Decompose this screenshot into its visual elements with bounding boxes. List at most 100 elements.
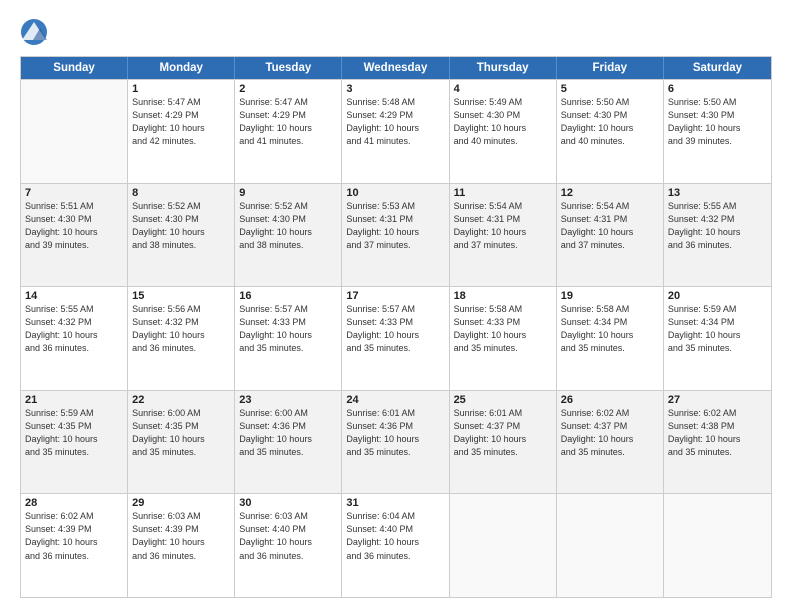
- cell-day-number: 30: [239, 497, 337, 509]
- calendar-cell-25: 25Sunrise: 6:01 AM Sunset: 4:37 PM Dayli…: [450, 391, 557, 494]
- cell-day-number: 10: [346, 187, 444, 199]
- cell-info: Sunrise: 5:52 AM Sunset: 4:30 PM Dayligh…: [239, 200, 337, 252]
- calendar-cell-4: 4Sunrise: 5:49 AM Sunset: 4:30 PM Daylig…: [450, 80, 557, 183]
- cell-info: Sunrise: 5:57 AM Sunset: 4:33 PM Dayligh…: [239, 303, 337, 355]
- cell-day-number: 14: [25, 290, 123, 302]
- cell-day-number: 26: [561, 394, 659, 406]
- calendar-row-2: 14Sunrise: 5:55 AM Sunset: 4:32 PM Dayli…: [21, 286, 771, 390]
- cell-day-number: 7: [25, 187, 123, 199]
- calendar-row-1: 7Sunrise: 5:51 AM Sunset: 4:30 PM Daylig…: [21, 183, 771, 287]
- calendar-body: 1Sunrise: 5:47 AM Sunset: 4:29 PM Daylig…: [21, 79, 771, 597]
- calendar-cell-empty-0-0: [21, 80, 128, 183]
- calendar-cell-16: 16Sunrise: 5:57 AM Sunset: 4:33 PM Dayli…: [235, 287, 342, 390]
- cell-day-number: 8: [132, 187, 230, 199]
- cell-day-number: 29: [132, 497, 230, 509]
- cell-info: Sunrise: 6:03 AM Sunset: 4:40 PM Dayligh…: [239, 510, 337, 562]
- calendar-cell-9: 9Sunrise: 5:52 AM Sunset: 4:30 PM Daylig…: [235, 184, 342, 287]
- cell-info: Sunrise: 5:54 AM Sunset: 4:31 PM Dayligh…: [454, 200, 552, 252]
- calendar-cell-28: 28Sunrise: 6:02 AM Sunset: 4:39 PM Dayli…: [21, 494, 128, 597]
- logo-icon: [20, 18, 48, 46]
- cell-day-number: 18: [454, 290, 552, 302]
- calendar-row-4: 28Sunrise: 6:02 AM Sunset: 4:39 PM Dayli…: [21, 493, 771, 597]
- cell-day-number: 13: [668, 187, 767, 199]
- cell-day-number: 11: [454, 187, 552, 199]
- cell-info: Sunrise: 5:50 AM Sunset: 4:30 PM Dayligh…: [561, 96, 659, 148]
- calendar-cell-13: 13Sunrise: 5:55 AM Sunset: 4:32 PM Dayli…: [664, 184, 771, 287]
- calendar-cell-2: 2Sunrise: 5:47 AM Sunset: 4:29 PM Daylig…: [235, 80, 342, 183]
- cell-day-number: 22: [132, 394, 230, 406]
- cell-info: Sunrise: 6:03 AM Sunset: 4:39 PM Dayligh…: [132, 510, 230, 562]
- cell-info: Sunrise: 6:01 AM Sunset: 4:37 PM Dayligh…: [454, 407, 552, 459]
- cell-info: Sunrise: 5:55 AM Sunset: 4:32 PM Dayligh…: [668, 200, 767, 252]
- cell-info: Sunrise: 6:04 AM Sunset: 4:40 PM Dayligh…: [346, 510, 444, 562]
- calendar-cell-31: 31Sunrise: 6:04 AM Sunset: 4:40 PM Dayli…: [342, 494, 449, 597]
- calendar-cell-21: 21Sunrise: 5:59 AM Sunset: 4:35 PM Dayli…: [21, 391, 128, 494]
- calendar-row-0: 1Sunrise: 5:47 AM Sunset: 4:29 PM Daylig…: [21, 79, 771, 183]
- cell-day-number: 6: [668, 83, 767, 95]
- cell-day-number: 28: [25, 497, 123, 509]
- calendar-cell-7: 7Sunrise: 5:51 AM Sunset: 4:30 PM Daylig…: [21, 184, 128, 287]
- cell-info: Sunrise: 5:53 AM Sunset: 4:31 PM Dayligh…: [346, 200, 444, 252]
- calendar-cell-24: 24Sunrise: 6:01 AM Sunset: 4:36 PM Dayli…: [342, 391, 449, 494]
- calendar-cell-19: 19Sunrise: 5:58 AM Sunset: 4:34 PM Dayli…: [557, 287, 664, 390]
- cell-info: Sunrise: 5:47 AM Sunset: 4:29 PM Dayligh…: [132, 96, 230, 148]
- calendar-cell-1: 1Sunrise: 5:47 AM Sunset: 4:29 PM Daylig…: [128, 80, 235, 183]
- calendar: SundayMondayTuesdayWednesdayThursdayFrid…: [20, 56, 772, 598]
- calendar-cell-5: 5Sunrise: 5:50 AM Sunset: 4:30 PM Daylig…: [557, 80, 664, 183]
- cell-info: Sunrise: 5:59 AM Sunset: 4:35 PM Dayligh…: [25, 407, 123, 459]
- header-day-monday: Monday: [128, 57, 235, 79]
- cell-day-number: 2: [239, 83, 337, 95]
- calendar-header: SundayMondayTuesdayWednesdayThursdayFrid…: [21, 57, 771, 79]
- cell-info: Sunrise: 6:00 AM Sunset: 4:35 PM Dayligh…: [132, 407, 230, 459]
- calendar-cell-empty-4-6: [664, 494, 771, 597]
- cell-info: Sunrise: 6:02 AM Sunset: 4:38 PM Dayligh…: [668, 407, 767, 459]
- cell-day-number: 1: [132, 83, 230, 95]
- header-day-friday: Friday: [557, 57, 664, 79]
- cell-day-number: 16: [239, 290, 337, 302]
- cell-day-number: 19: [561, 290, 659, 302]
- cell-info: Sunrise: 5:58 AM Sunset: 4:34 PM Dayligh…: [561, 303, 659, 355]
- header: [20, 18, 772, 46]
- cell-day-number: 15: [132, 290, 230, 302]
- cell-info: Sunrise: 5:50 AM Sunset: 4:30 PM Dayligh…: [668, 96, 767, 148]
- calendar-cell-29: 29Sunrise: 6:03 AM Sunset: 4:39 PM Dayli…: [128, 494, 235, 597]
- cell-day-number: 24: [346, 394, 444, 406]
- calendar-cell-23: 23Sunrise: 6:00 AM Sunset: 4:36 PM Dayli…: [235, 391, 342, 494]
- calendar-cell-14: 14Sunrise: 5:55 AM Sunset: 4:32 PM Dayli…: [21, 287, 128, 390]
- calendar-cell-26: 26Sunrise: 6:02 AM Sunset: 4:37 PM Dayli…: [557, 391, 664, 494]
- calendar-row-3: 21Sunrise: 5:59 AM Sunset: 4:35 PM Dayli…: [21, 390, 771, 494]
- calendar-cell-8: 8Sunrise: 5:52 AM Sunset: 4:30 PM Daylig…: [128, 184, 235, 287]
- cell-day-number: 23: [239, 394, 337, 406]
- cell-info: Sunrise: 5:52 AM Sunset: 4:30 PM Dayligh…: [132, 200, 230, 252]
- calendar-cell-empty-4-4: [450, 494, 557, 597]
- calendar-cell-6: 6Sunrise: 5:50 AM Sunset: 4:30 PM Daylig…: [664, 80, 771, 183]
- header-day-sunday: Sunday: [21, 57, 128, 79]
- calendar-cell-17: 17Sunrise: 5:57 AM Sunset: 4:33 PM Dayli…: [342, 287, 449, 390]
- cell-day-number: 31: [346, 497, 444, 509]
- cell-day-number: 27: [668, 394, 767, 406]
- calendar-cell-10: 10Sunrise: 5:53 AM Sunset: 4:31 PM Dayli…: [342, 184, 449, 287]
- cell-day-number: 9: [239, 187, 337, 199]
- cell-info: Sunrise: 6:00 AM Sunset: 4:36 PM Dayligh…: [239, 407, 337, 459]
- cell-info: Sunrise: 5:56 AM Sunset: 4:32 PM Dayligh…: [132, 303, 230, 355]
- cell-info: Sunrise: 5:49 AM Sunset: 4:30 PM Dayligh…: [454, 96, 552, 148]
- calendar-cell-3: 3Sunrise: 5:48 AM Sunset: 4:29 PM Daylig…: [342, 80, 449, 183]
- cell-info: Sunrise: 6:02 AM Sunset: 4:39 PM Dayligh…: [25, 510, 123, 562]
- cell-day-number: 21: [25, 394, 123, 406]
- calendar-cell-18: 18Sunrise: 5:58 AM Sunset: 4:33 PM Dayli…: [450, 287, 557, 390]
- calendar-cell-11: 11Sunrise: 5:54 AM Sunset: 4:31 PM Dayli…: [450, 184, 557, 287]
- cell-day-number: 12: [561, 187, 659, 199]
- calendar-cell-empty-4-5: [557, 494, 664, 597]
- cell-info: Sunrise: 6:02 AM Sunset: 4:37 PM Dayligh…: [561, 407, 659, 459]
- calendar-cell-27: 27Sunrise: 6:02 AM Sunset: 4:38 PM Dayli…: [664, 391, 771, 494]
- cell-info: Sunrise: 5:58 AM Sunset: 4:33 PM Dayligh…: [454, 303, 552, 355]
- cell-day-number: 25: [454, 394, 552, 406]
- cell-day-number: 4: [454, 83, 552, 95]
- cell-info: Sunrise: 6:01 AM Sunset: 4:36 PM Dayligh…: [346, 407, 444, 459]
- cell-day-number: 17: [346, 290, 444, 302]
- cell-info: Sunrise: 5:59 AM Sunset: 4:34 PM Dayligh…: [668, 303, 767, 355]
- cell-info: Sunrise: 5:55 AM Sunset: 4:32 PM Dayligh…: [25, 303, 123, 355]
- calendar-cell-12: 12Sunrise: 5:54 AM Sunset: 4:31 PM Dayli…: [557, 184, 664, 287]
- header-day-saturday: Saturday: [664, 57, 771, 79]
- calendar-cell-22: 22Sunrise: 6:00 AM Sunset: 4:35 PM Dayli…: [128, 391, 235, 494]
